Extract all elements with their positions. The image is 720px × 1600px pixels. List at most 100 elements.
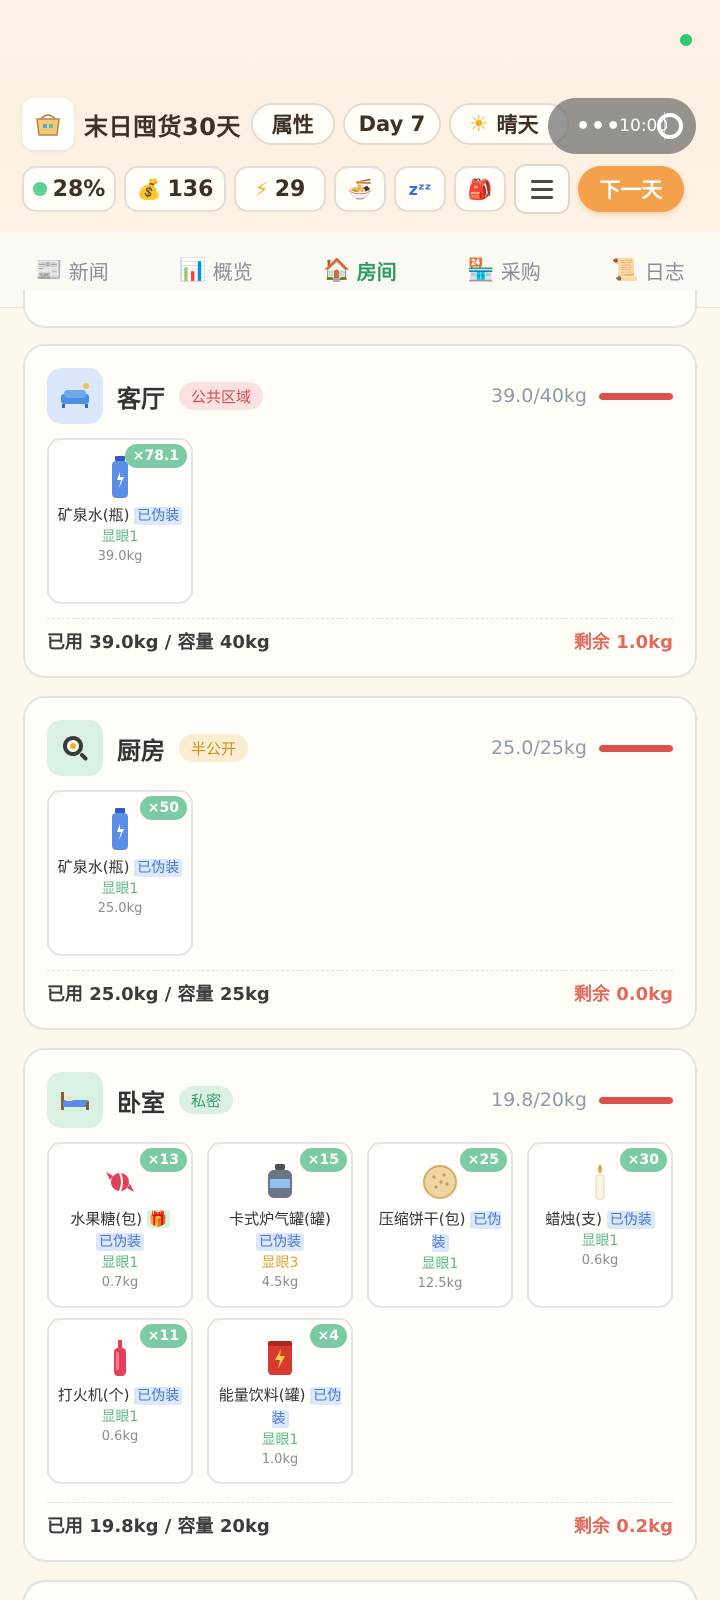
backpack-icon: 🎒 <box>467 177 493 201</box>
item-name-line: 压缩饼干(包) 已伪装 <box>369 1208 511 1254</box>
scroll-icon: 📜 <box>611 258 639 283</box>
item-visibility: 显眼1 <box>101 1409 139 1425</box>
room-header: 厨房 半公开 25.0/25kg <box>47 720 673 776</box>
item-weight: 25.0kg <box>97 901 143 916</box>
day-label: Day 7 <box>358 112 426 136</box>
item-grid: ×78.1 矿泉水(瓶) 已伪装 显眼1 39.0kg <box>47 438 687 614</box>
item-card[interactable]: ×25 压缩饼干(包) 已伪装 显眼1 12.5kg <box>367 1142 513 1308</box>
newspaper-icon: 📰 <box>35 258 63 283</box>
lightning-icon: ⚡ <box>254 177 269 201</box>
room-weight: 19.8/20kg <box>491 1089 587 1111</box>
tab-rooms-label: 房间 <box>356 260 397 284</box>
money-stat[interactable]: 💰 136 <box>124 166 226 212</box>
sofa-icon <box>47 368 103 424</box>
item-visibility: 显眼1 <box>261 1432 299 1448</box>
item-name: 矿泉水(瓶) <box>57 506 130 524</box>
disguised-badge: 已伪装 <box>256 1233 304 1251</box>
bed-icon <box>47 1072 103 1128</box>
disguised-badge: 已伪装 <box>134 859 183 877</box>
sleep-button[interactable]: zᶻᶻ <box>394 166 446 212</box>
biscuit-icon <box>420 1160 460 1204</box>
online-status-dot <box>680 34 692 46</box>
menu-button[interactable] <box>514 164 570 214</box>
next-day-button[interactable]: 下一天 <box>578 166 684 212</box>
item-count-badge: ×13 <box>139 1148 187 1172</box>
room-card-living-room[interactable]: 客厅 公共区域 39.0/40kg ×78.1 矿泉水(瓶) 已伪装 显眼1 3… <box>23 344 697 678</box>
item-name: 打火机(个) <box>57 1386 130 1404</box>
close-capsule-icon[interactable] <box>657 113 684 139</box>
tab-news-label: 新闻 <box>68 260 109 284</box>
menu-line <box>531 187 553 191</box>
item-name-line: 卡式炉气罐(罐) 已伪装 <box>209 1208 351 1253</box>
room-remaining: 剩余 1.0kg <box>573 632 673 653</box>
tab-purchase-label: 采购 <box>500 260 541 284</box>
item-weight: 0.7kg <box>101 1275 139 1290</box>
room-card-bedroom[interactable]: 卧室 私密 19.8/20kg ×13 水果糖(包) 🎁 已伪装 显眼1 0.7k… <box>23 1048 697 1562</box>
item-card[interactable]: ×13 水果糖(包) 🎁 已伪装 显眼1 0.7kg <box>47 1142 193 1308</box>
energy-stat[interactable]: ⚡ 29 <box>234 166 326 212</box>
store-icon: 🏪 <box>467 258 495 283</box>
disguised-badge: 已伪装 <box>134 1387 183 1405</box>
item-name-line: 矿泉水(瓶) 已伪装 <box>49 856 191 879</box>
header-row-stats: 28% 💰 136 ⚡ 29 🍜 zᶻᶻ 🎒 下一天 <box>22 164 684 214</box>
energy-value: 29 <box>274 176 306 202</box>
item-weight: 4.5kg <box>261 1275 299 1290</box>
item-card[interactable]: ×11 打火机(个) 已伪装 显眼1 0.6kg <box>47 1318 193 1484</box>
item-card[interactable]: ×30 蜡烛(支) 已伪装 显眼1 0.6kg <box>527 1142 673 1308</box>
attributes-button[interactable]: 属性 <box>250 103 335 145</box>
item-count-badge: ×4 <box>309 1324 347 1348</box>
item-count-badge: ×50 <box>139 796 187 820</box>
gift-icon: 🎁 <box>146 1210 170 1228</box>
room-header: 卧室 私密 19.8/20kg <box>47 1072 673 1128</box>
next-day-label: 下一天 <box>599 178 663 202</box>
item-card[interactable]: ×15 卡式炉气罐(罐) 已伪装 显眼3 4.5kg <box>207 1142 353 1308</box>
room-weight: 39.0/40kg <box>491 385 587 407</box>
item-name-line: 蜡烛(支) 已伪装 <box>529 1208 671 1231</box>
day-indicator[interactable]: Day 7 <box>342 103 441 145</box>
menu-line <box>531 179 553 183</box>
sun-icon: ☀ <box>468 111 489 137</box>
more-dots-icon[interactable]: ••• <box>576 114 621 139</box>
item-weight: 39.0kg <box>97 549 143 564</box>
item-name: 卡式炉气罐(罐) <box>229 1210 331 1228</box>
gas-can-icon <box>260 1160 300 1204</box>
disguised-badge: 已伪装 <box>96 1233 144 1251</box>
room-header: 客厅 公共区域 39.0/40kg <box>47 368 673 424</box>
room-remaining: 剩余 0.0kg <box>573 984 673 1005</box>
capacity-bar <box>599 744 673 752</box>
item-visibility: 显眼1 <box>581 1233 619 1249</box>
tab-overview-label: 概览 <box>212 260 253 284</box>
chart-icon: 📊 <box>179 258 207 283</box>
item-card[interactable]: ×50 矿泉水(瓶) 已伪装 显眼1 25.0kg <box>47 790 193 956</box>
room-footer: 已用 19.8kg / 容量 20kg 剩余 0.2kg <box>47 1502 673 1538</box>
room-card-kitchen[interactable]: 厨房 半公开 25.0/25kg ×50 矿泉水(瓶) 已伪装 显眼1 25.0… <box>23 696 697 1030</box>
item-name-line: 矿泉水(瓶) 已伪装 <box>49 504 191 527</box>
item-name: 能量饮料(罐) <box>218 1386 306 1404</box>
header-row-top: 末日囤货30天 属性 Day 7 ☀ 晴天 <box>22 98 569 150</box>
capacity-bar <box>599 1096 673 1104</box>
top-header: 末日囤货30天 属性 Day 7 ☀ 晴天 ••• 10:00 28% 💰 13… <box>0 0 720 232</box>
house-icon: 🏠 <box>323 258 351 283</box>
item-weight: 0.6kg <box>581 1253 619 1268</box>
item-card[interactable]: ×78.1 矿泉水(瓶) 已伪装 显眼1 39.0kg <box>47 438 193 604</box>
item-count-badge: ×11 <box>139 1324 187 1348</box>
eat-button[interactable]: 🍜 <box>334 166 386 212</box>
next-room-card <box>23 1580 697 1600</box>
item-name-line: 能量饮料(罐) 已伪装 <box>209 1384 351 1430</box>
lighter-icon <box>100 1336 140 1380</box>
room-footer: 已用 25.0kg / 容量 25kg 剩余 0.0kg <box>47 970 673 1006</box>
item-card[interactable]: ×4 能量饮料(罐) 已伪装 显眼1 1.0kg <box>207 1318 353 1484</box>
noodle-bowl-icon: 🍜 <box>347 177 373 201</box>
menu-line <box>531 195 553 199</box>
health-stat[interactable]: 28% <box>22 166 116 212</box>
item-visibility: 显眼3 <box>261 1255 299 1271</box>
backpack-button[interactable]: 🎒 <box>454 166 506 212</box>
item-name: 矿泉水(瓶) <box>57 858 130 876</box>
energy-drink-icon <box>260 1336 300 1380</box>
room-name: 厨房 <box>117 736 165 765</box>
room-privacy-tag: 公共区域 <box>179 382 264 410</box>
item-name: 压缩饼干(包) <box>378 1210 466 1228</box>
item-count-badge: ×78.1 <box>124 444 187 468</box>
mini-program-capsule[interactable]: ••• 10:00 <box>548 98 696 154</box>
room-privacy-tag: 私密 <box>179 1086 234 1114</box>
